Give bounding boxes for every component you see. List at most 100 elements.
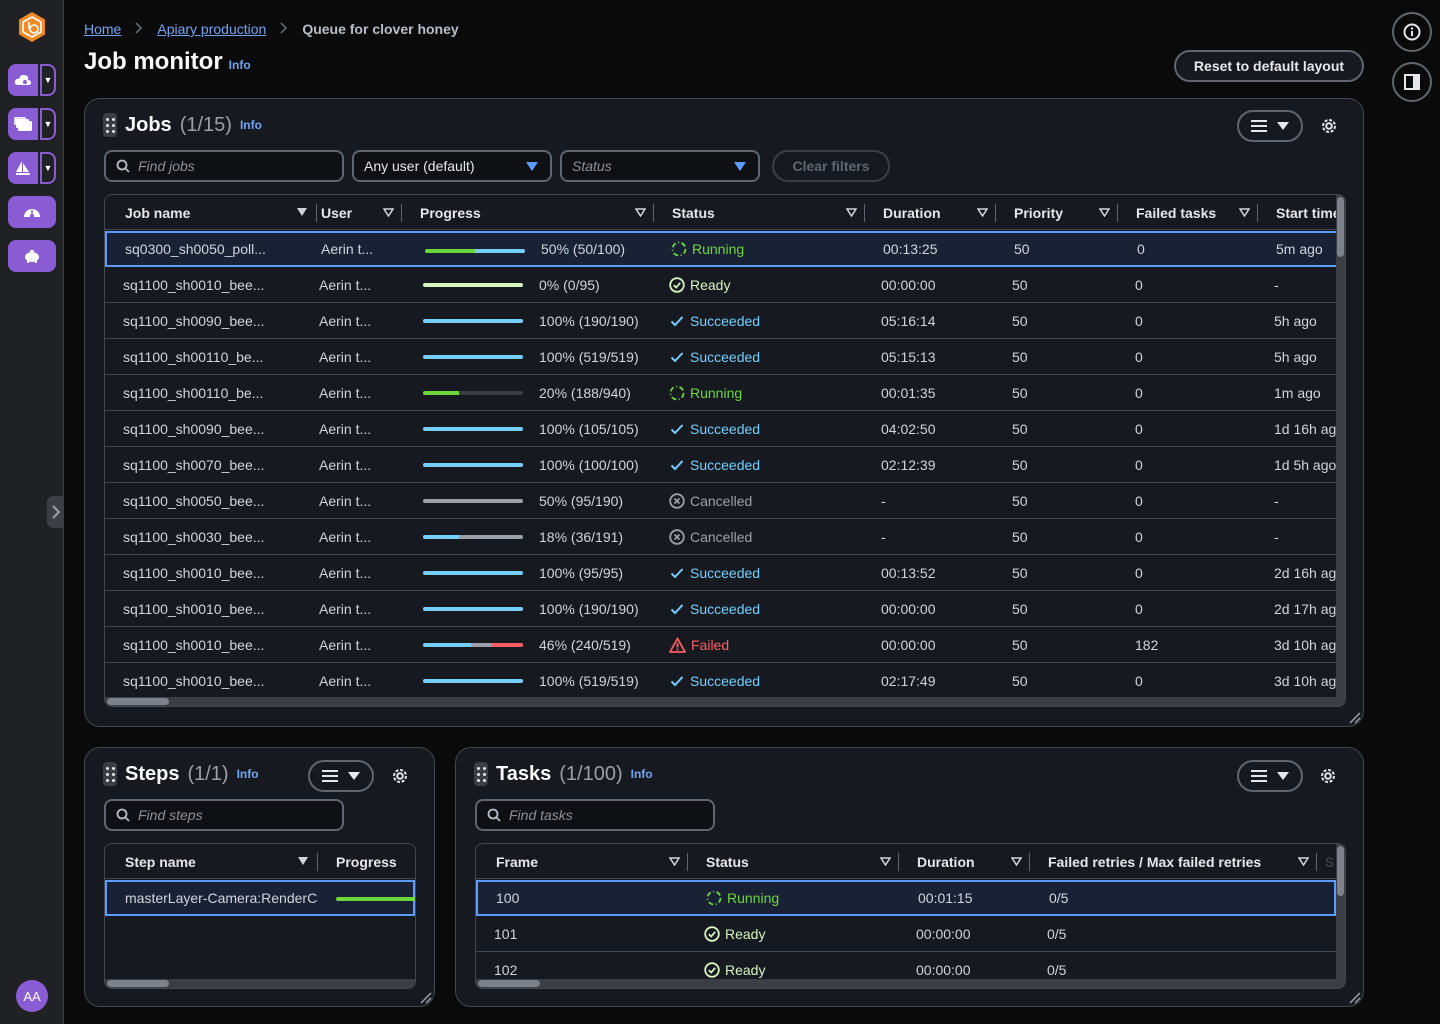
- drag-handle-icon[interactable]: [103, 113, 117, 137]
- job-progress-bar: [423, 607, 523, 611]
- job-row[interactable]: sq1100_sh0090_bee... Aerin t... 100% (10…: [105, 411, 1345, 447]
- steps-info-link[interactable]: Info: [237, 767, 259, 781]
- cloud-cluster-icon[interactable]: [8, 64, 38, 96]
- column-header-failed-retries-max-failed-retries[interactable]: Failed retries / Max failed retries: [1030, 844, 1317, 879]
- job-row[interactable]: sq1100_sh0070_bee... Aerin t... 100% (10…: [105, 447, 1345, 483]
- rail-button-sailboat[interactable]: ▼: [8, 152, 56, 184]
- expand-sidebar-chevron-icon[interactable]: [47, 496, 64, 528]
- jobs-info-link[interactable]: Info: [240, 118, 262, 132]
- tasks-settings-gear-icon[interactable]: [1318, 766, 1338, 786]
- split-panel-button[interactable]: [1392, 62, 1432, 102]
- column-header-status[interactable]: Status: [654, 195, 865, 230]
- column-header-start-time[interactable]: Start time: [1258, 195, 1345, 230]
- job-priority: 50: [1012, 348, 1028, 365]
- user-filter-select[interactable]: Any user (default): [352, 150, 552, 182]
- sailboat-icon[interactable]: [8, 152, 38, 184]
- user-avatar[interactable]: AA: [16, 980, 48, 1012]
- checkmark-icon: [670, 315, 684, 326]
- task-row[interactable]: 101 Ready 00:00:00 0/5: [476, 916, 1336, 952]
- column-header-duration[interactable]: Duration: [865, 195, 996, 230]
- tasks-panel: Tasks (1/100) Info Find tasks Frame Statu…: [455, 747, 1364, 1007]
- rail-dropdown-caret[interactable]: ▼: [40, 64, 56, 96]
- job-failed-tasks: 182: [1135, 636, 1159, 653]
- piggy-bank-icon[interactable]: [8, 240, 56, 272]
- drag-handle-icon[interactable]: [474, 762, 488, 786]
- resize-handle-icon[interactable]: [1347, 710, 1361, 724]
- rail-dropdown-caret[interactable]: ▼: [40, 108, 56, 140]
- job-progress-bar: [423, 535, 523, 539]
- job-progress-text: 100% (519/519): [539, 348, 639, 365]
- column-header-failed-tasks[interactable]: Failed tasks: [1118, 195, 1258, 230]
- job-row[interactable]: sq1100_sh00110_be... Aerin t... 100% (51…: [105, 339, 1345, 375]
- job-progress-bar: [423, 643, 523, 647]
- job-row[interactable]: sq1100_sh0030_bee... Aerin t... 18% (36/…: [105, 519, 1345, 555]
- column-header-frame[interactable]: Frame: [476, 844, 688, 879]
- job-user: Aerin t...: [319, 456, 372, 473]
- progress-segment-failed: [491, 643, 523, 647]
- rail-button-windows[interactable]: ▼: [8, 108, 56, 140]
- job-priority: 50: [1012, 528, 1028, 545]
- find-steps-input[interactable]: Find steps: [104, 799, 344, 831]
- rail-dropdown-caret[interactable]: ▼: [40, 152, 56, 184]
- steps-horizontal-scrollbar[interactable]: [105, 979, 415, 988]
- rail-button-cloud[interactable]: ▼: [8, 64, 56, 96]
- jobs-settings-gear-icon[interactable]: [1319, 116, 1339, 136]
- column-header-step-name[interactable]: Step name: [105, 844, 318, 879]
- rail-button-dashboard[interactable]: [8, 196, 56, 228]
- jobs-view-options-button[interactable]: [1237, 110, 1303, 142]
- column-header-duration[interactable]: Duration: [899, 844, 1030, 879]
- job-status: Succeeded: [669, 411, 859, 446]
- job-row[interactable]: sq1100_sh0010_bee... Aerin t... 100% (19…: [105, 591, 1345, 627]
- breadcrumb-apiary-production[interactable]: Apiary production: [157, 21, 266, 37]
- task-status: Running: [706, 882, 896, 914]
- job-row[interactable]: sq1100_sh0050_bee... Aerin t... 50% (95/…: [105, 483, 1345, 519]
- job-row[interactable]: sq1100_sh0010_bee... Aerin t... 0% (0/95…: [105, 267, 1345, 303]
- stacked-windows-icon[interactable]: [8, 108, 38, 140]
- column-header-progress[interactable]: Progress: [402, 195, 654, 230]
- column-header-user[interactable]: User: [317, 195, 402, 230]
- help-info-button[interactable]: [1392, 12, 1432, 52]
- job-row[interactable]: sq1100_sh00110_be... Aerin t... 20% (188…: [105, 375, 1345, 411]
- column-header-priority[interactable]: Priority: [996, 195, 1118, 230]
- steps-view-options-button[interactable]: [308, 760, 374, 792]
- job-status: Failed: [669, 627, 859, 662]
- column-header-status[interactable]: Status: [688, 844, 899, 879]
- rail-button-cost[interactable]: [8, 240, 56, 272]
- find-tasks-input[interactable]: Find tasks: [475, 799, 715, 831]
- status-filter-select[interactable]: Status: [560, 150, 760, 182]
- find-jobs-input[interactable]: Find jobs: [104, 150, 344, 182]
- column-label: Step name: [125, 853, 196, 870]
- resize-handle-icon[interactable]: [418, 990, 432, 1004]
- job-start-time: 5h ago: [1274, 348, 1317, 365]
- task-row[interactable]: 100 Running 00:01:15 0/5: [476, 880, 1336, 916]
- job-user: Aerin t...: [319, 528, 372, 545]
- page-info-link[interactable]: Info: [229, 58, 251, 72]
- job-row[interactable]: sq0300_sh0050_poll... Aerin t... 50% (50…: [105, 231, 1345, 267]
- tasks-horizontal-scrollbar[interactable]: [476, 979, 1345, 988]
- jobs-panel-header: Jobs (1/15) Info: [103, 113, 262, 137]
- job-row[interactable]: sq1100_sh0010_bee... Aerin t... 46% (240…: [105, 627, 1345, 663]
- tasks-view-options-button[interactable]: [1237, 760, 1303, 792]
- jobs-vertical-scrollbar[interactable]: [1336, 195, 1345, 697]
- job-row[interactable]: sq1100_sh0090_bee... Aerin t... 100% (19…: [105, 303, 1345, 339]
- app-logo-icon[interactable]: [16, 11, 48, 43]
- reset-layout-button[interactable]: Reset to default layout: [1174, 50, 1364, 82]
- resize-handle-icon[interactable]: [1347, 990, 1361, 1004]
- job-row[interactable]: sq1100_sh0010_bee... Aerin t... 100% (95…: [105, 555, 1345, 591]
- steps-settings-gear-icon[interactable]: [390, 766, 410, 786]
- step-row[interactable]: masterLayer-Camera:RenderCa: [105, 880, 415, 916]
- job-row[interactable]: sq1100_sh0010_bee... Aerin t... 100% (51…: [105, 663, 1345, 699]
- column-header-progress[interactable]: Progress: [318, 844, 415, 879]
- job-progress-bar: [423, 355, 523, 359]
- tasks-info-link[interactable]: Info: [631, 767, 653, 781]
- dashboard-gauge-icon[interactable]: [8, 196, 56, 228]
- list-menu-icon: [322, 770, 338, 782]
- column-header-job-name[interactable]: Job name: [105, 195, 317, 230]
- drag-handle-icon[interactable]: [103, 762, 117, 786]
- warning-triangle-icon: [669, 637, 686, 653]
- breadcrumb-home[interactable]: Home: [84, 21, 121, 37]
- job-priority: 50: [1012, 420, 1028, 437]
- jobs-horizontal-scrollbar[interactable]: [105, 697, 1345, 706]
- tasks-vertical-scrollbar[interactable]: [1336, 844, 1345, 979]
- clear-filters-button[interactable]: Clear filters: [772, 150, 890, 182]
